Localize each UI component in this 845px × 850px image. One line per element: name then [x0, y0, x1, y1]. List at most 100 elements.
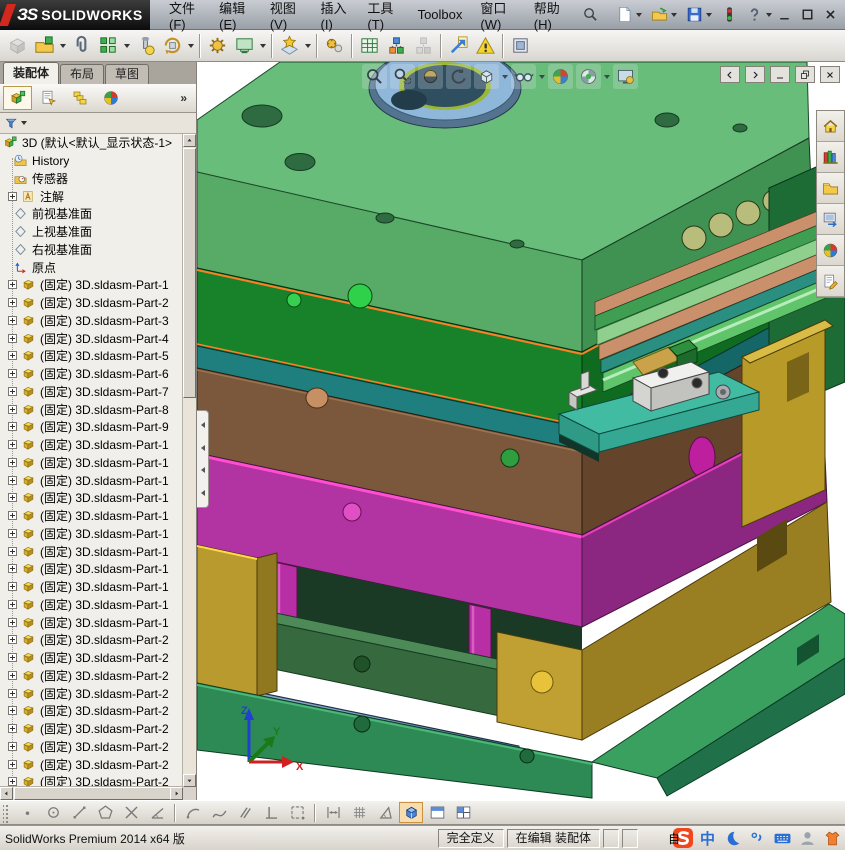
panel-overflow-button[interactable]: »: [180, 91, 193, 105]
solidworks-resources-tab[interactable]: [817, 111, 844, 142]
tree-item-part[interactable]: (固定) 3D.sldasm-Part-1: [0, 489, 183, 507]
viewport-split-button[interactable]: [425, 802, 449, 823]
dropdown-arrow-icon[interactable]: [188, 43, 194, 48]
open-button[interactable]: [648, 4, 681, 25]
skin-button[interactable]: [820, 829, 845, 848]
measure-button[interactable]: [445, 32, 472, 59]
linear-component-pattern-button[interactable]: [95, 32, 122, 59]
tree-item-part[interactable]: (固定) 3D.sldasm-Part-1: [0, 613, 183, 631]
tree-expander-icon[interactable]: [8, 386, 17, 396]
dropdown-arrow-icon[interactable]: [636, 12, 642, 17]
tree-expander-icon[interactable]: [8, 333, 17, 343]
tree-item-part[interactable]: (固定) 3D.sldasm-Part-2: [0, 720, 183, 738]
minimize-button[interactable]: [776, 6, 793, 23]
new-document-button[interactable]: [613, 4, 646, 25]
insert-from-file-button[interactable]: [31, 32, 58, 59]
tree-item-part[interactable]: (固定) 3D.sldasm-Part-8: [0, 400, 183, 418]
menu-toolbox[interactable]: Toolbox: [409, 3, 472, 26]
tree-expander-icon[interactable]: [8, 741, 17, 751]
tree-item-origin[interactable]: 原点: [0, 258, 183, 276]
tree-item-part[interactable]: (固定) 3D.sldasm-Part-1: [0, 560, 183, 578]
tree-expander-icon[interactable]: [8, 759, 17, 769]
horizontal-scroll-thumb[interactable]: [14, 787, 196, 800]
tree-item-part[interactable]: (固定) 3D.sldasm-Part-6: [0, 365, 183, 383]
tree-item-sensors[interactable]: 传感器: [0, 170, 183, 188]
angle-snap-button[interactable]: [373, 802, 397, 823]
circle-button[interactable]: [41, 802, 65, 823]
tree-expander-icon[interactable]: [8, 653, 17, 663]
bill-of-materials-button[interactable]: [356, 32, 383, 59]
custom-properties-tab[interactable]: [817, 266, 844, 297]
scroll-up-button[interactable]: [183, 134, 196, 147]
hide-show-items-button[interactable]: [511, 64, 536, 89]
smart-fasteners-button[interactable]: [132, 32, 159, 59]
tree-expander-icon[interactable]: [8, 298, 17, 308]
tree-expander-icon[interactable]: [8, 528, 17, 538]
component-preview-button[interactable]: [231, 32, 258, 59]
tree-expander-icon[interactable]: [8, 635, 17, 645]
tree-item-part[interactable]: (固定) 3D.sldasm-Part-2: [0, 294, 183, 312]
dropdown-arrow-icon[interactable]: [671, 12, 677, 17]
tree-horizontal-scrollbar[interactable]: [0, 786, 196, 800]
search-icon[interactable]: [576, 6, 599, 23]
moon-button[interactable]: [720, 829, 745, 848]
dropdown-arrow-icon[interactable]: [60, 43, 66, 48]
design-library-tab[interactable]: [817, 142, 844, 173]
tree-item-right-plane[interactable]: 右视基准面: [0, 241, 183, 259]
tree-item-part[interactable]: (固定) 3D.sldasm-Part-2: [0, 738, 183, 756]
file-explorer-tab[interactable]: [817, 173, 844, 204]
tree-expander-icon[interactable]: [8, 688, 17, 698]
tree-expander-icon[interactable]: [8, 369, 17, 379]
tree-expander-icon[interactable]: [8, 191, 17, 201]
edit-appearance-button[interactable]: [548, 64, 573, 89]
menu-view[interactable]: 视图(V): [261, 0, 312, 36]
tangent-arc-button[interactable]: [181, 802, 205, 823]
display-manager-tab[interactable]: [96, 86, 125, 110]
scroll-down-button[interactable]: [183, 774, 196, 787]
view-cube-button[interactable]: [399, 802, 423, 823]
angle-button[interactable]: [145, 802, 169, 823]
tab-sketch[interactable]: 草图: [105, 64, 150, 84]
feature-manager-design-tree-tab[interactable]: [3, 86, 32, 110]
tree-item-part[interactable]: (固定) 3D.sldasm-Part-2: [0, 773, 183, 787]
help-button[interactable]: [743, 4, 776, 25]
filter-funnel-icon-wrap[interactable]: [4, 116, 19, 131]
tree-expander-icon[interactable]: [8, 493, 17, 503]
exploded-view-button[interactable]: [383, 32, 410, 59]
tree-item-part[interactable]: (固定) 3D.sldasm-Part-2: [0, 684, 183, 702]
zoom-to-area-button[interactable]: [390, 64, 415, 89]
tree-item-top-plane[interactable]: 上视基准面: [0, 223, 183, 241]
apply-scene-button[interactable]: [576, 64, 601, 89]
tree-item-part[interactable]: (固定) 3D.sldasm-Part-1: [0, 596, 183, 614]
menu-file[interactable]: 文件(F): [160, 0, 210, 36]
grid-button[interactable]: [347, 802, 371, 823]
view-orientation-button[interactable]: [474, 64, 499, 89]
tree-expander-icon[interactable]: [8, 546, 17, 556]
scroll-left-button[interactable]: [0, 787, 13, 800]
tree-item-part[interactable]: (固定) 3D.sldasm-Part-1: [0, 471, 183, 489]
mold-assembly-3d-view[interactable]: Z Y X: [197, 62, 845, 800]
tree-vertical-scrollbar[interactable]: [182, 134, 196, 787]
tree-item-part[interactable]: (固定) 3D.sldasm-Part-3: [0, 312, 183, 330]
tree-expander-icon[interactable]: [8, 706, 17, 716]
tab-layout[interactable]: 布局: [60, 64, 105, 84]
property-manager-tab[interactable]: [34, 86, 63, 110]
move-component-button[interactable]: [159, 32, 186, 59]
tree-item-part[interactable]: (固定) 3D.sldasm-Part-1: [0, 578, 183, 596]
toolbar-grip-handle[interactable]: [3, 802, 10, 823]
save-button[interactable]: [683, 4, 716, 25]
menu-insert[interactable]: 插入(I): [312, 0, 359, 36]
menu-help[interactable]: 帮助(H): [525, 0, 576, 36]
dropdown-arrow-icon[interactable]: [305, 43, 311, 48]
ime-language-toggle[interactable]: 中: [700, 828, 715, 849]
dropdown-arrow-icon[interactable]: [260, 43, 266, 48]
close-button[interactable]: [822, 6, 839, 23]
perpendicular-button[interactable]: [259, 802, 283, 823]
tree-item-part[interactable]: (固定) 3D.sldasm-Part-1: [0, 525, 183, 543]
tab-assembly[interactable]: 装配体: [3, 62, 60, 84]
minimize-document-button[interactable]: [770, 66, 790, 83]
tree-item-part[interactable]: (固定) 3D.sldasm-Part-9: [0, 418, 183, 436]
tree-expander-icon[interactable]: [8, 511, 17, 521]
dropdown-arrow-icon[interactable]: [124, 43, 130, 48]
view-settings-button[interactable]: [613, 64, 638, 89]
